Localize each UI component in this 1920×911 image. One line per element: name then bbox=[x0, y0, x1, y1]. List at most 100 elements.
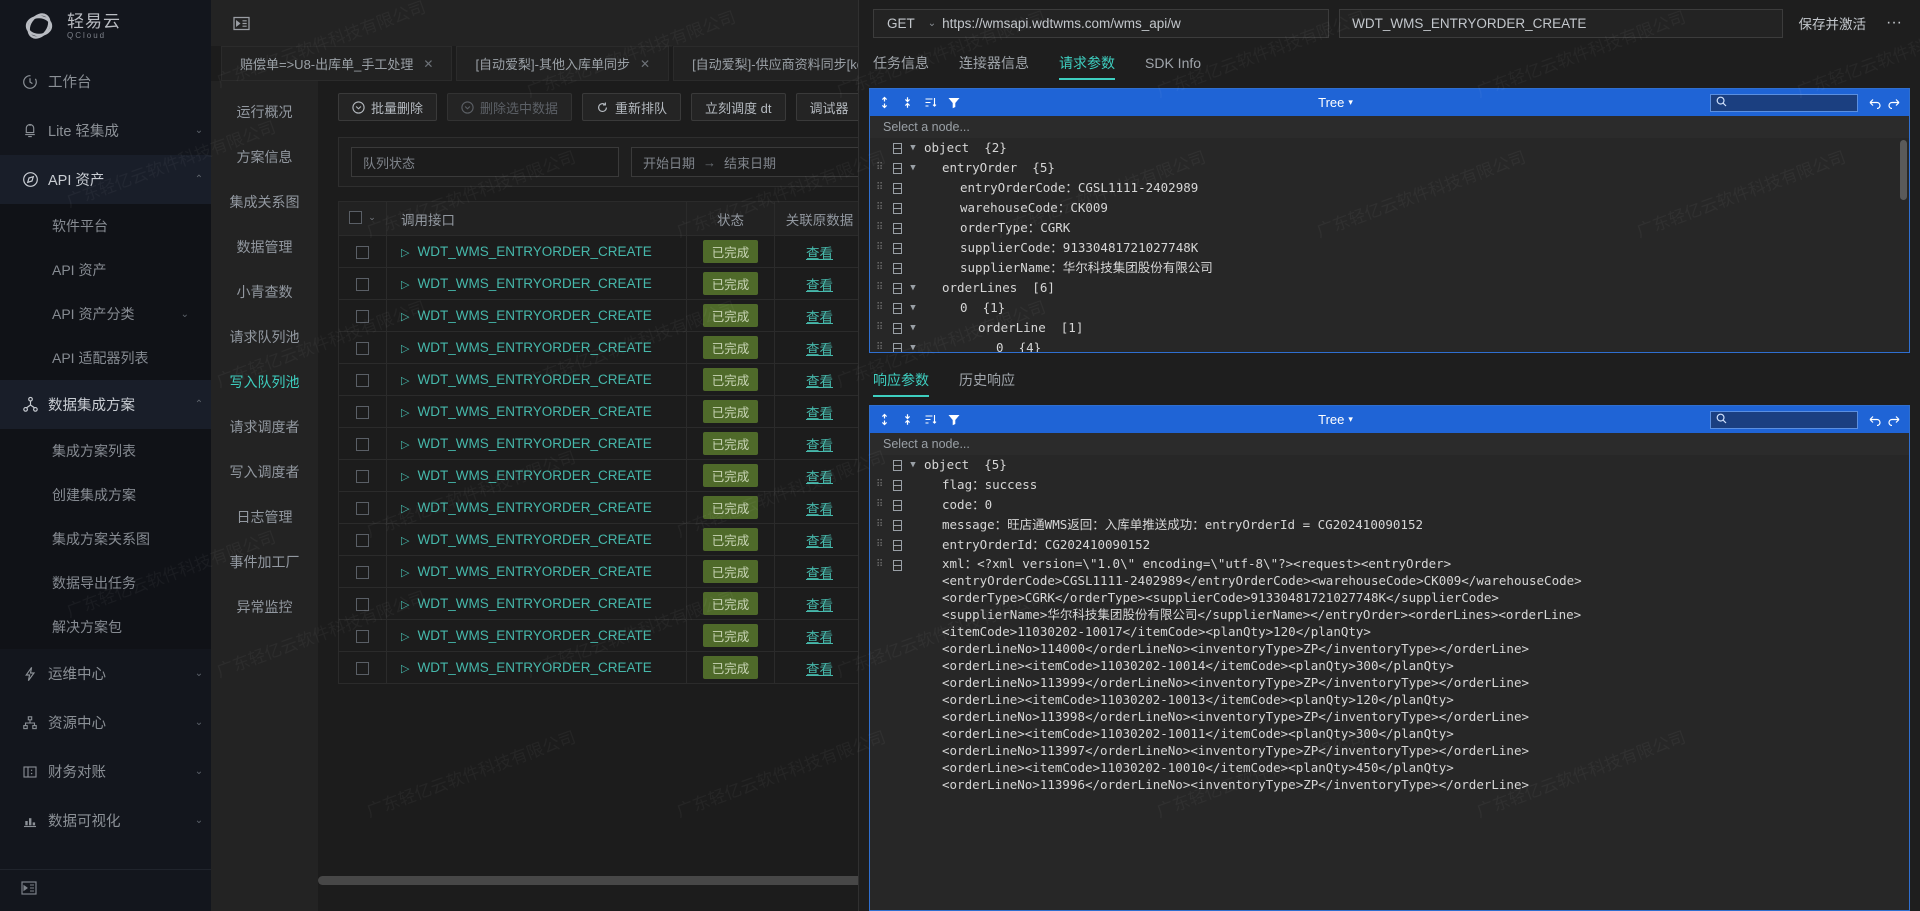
scheme-item-graph[interactable]: 集成关系图 bbox=[211, 179, 318, 224]
sidebar-item-export-task[interactable]: 数据导出任务 bbox=[0, 561, 211, 605]
row-checkbox[interactable] bbox=[356, 245, 369, 259]
scheme-item-request-queue[interactable]: 请求队列池 bbox=[211, 314, 318, 359]
scheme-item-request-scheduler[interactable]: 请求调度者 bbox=[211, 404, 318, 449]
more-options-icon[interactable]: ··· bbox=[1882, 14, 1906, 32]
queue-status-select[interactable]: 队列状态 bbox=[351, 147, 619, 177]
view-link[interactable]: 查看 bbox=[806, 342, 833, 357]
tab-connector-info[interactable]: 连接器信息 bbox=[959, 46, 1029, 80]
search-input[interactable] bbox=[1710, 93, 1858, 112]
row-api-cell[interactable]: ▷ WDT_WMS_ENTRYORDER_CREATE bbox=[386, 235, 687, 268]
row-checkbox-cell[interactable] bbox=[338, 587, 387, 620]
sidebar-item-scheme-graph[interactable]: 集成方案关系图 bbox=[0, 517, 211, 561]
drag-handle-icon[interactable]: ⠿ bbox=[876, 535, 889, 555]
json-tree-row[interactable]: ⠿ code：0 bbox=[870, 495, 1909, 515]
view-link[interactable]: 查看 bbox=[806, 662, 833, 677]
row-source-cell[interactable]: 查看 bbox=[774, 587, 865, 620]
view-link[interactable]: 查看 bbox=[806, 406, 833, 421]
row-checkbox[interactable] bbox=[356, 597, 369, 611]
play-icon[interactable]: ▷ bbox=[401, 439, 409, 451]
row-source-cell[interactable]: 查看 bbox=[774, 555, 865, 588]
chevron-toggle-icon[interactable]: ▼ bbox=[906, 455, 920, 475]
drag-handle-icon[interactable]: ⠿ bbox=[876, 218, 889, 238]
view-link[interactable]: 查看 bbox=[806, 630, 833, 645]
row-checkbox-cell[interactable] bbox=[338, 235, 387, 268]
drag-handle-icon[interactable]: ⠿ bbox=[876, 198, 889, 218]
filter-icon[interactable] bbox=[947, 96, 961, 109]
sidebar-item-scheme-list[interactable]: 集成方案列表 bbox=[0, 429, 211, 473]
sidebar-item-data-integration[interactable]: 数据集成方案 ⌃ bbox=[0, 380, 211, 429]
play-icon[interactable]: ▷ bbox=[401, 375, 409, 387]
play-icon[interactable]: ▷ bbox=[401, 311, 409, 323]
drag-handle-icon[interactable]: ⠿ bbox=[876, 515, 889, 535]
undo-icon[interactable] bbox=[1868, 96, 1882, 109]
scheme-item-info[interactable]: 方案信息 bbox=[211, 134, 318, 179]
sidebar-item-api-assets[interactable]: API 资产 ⌃ bbox=[0, 155, 211, 204]
view-link[interactable]: 查看 bbox=[806, 310, 833, 325]
url-input[interactable]: https://wmsapi.wdtwms.com/wms_api/w bbox=[942, 16, 1328, 31]
sidebar-item-finance[interactable]: 财务对账 ⌄ bbox=[0, 747, 211, 796]
row-checkbox-cell[interactable] bbox=[338, 459, 387, 492]
view-link[interactable]: 查看 bbox=[806, 534, 833, 549]
row-api-cell[interactable]: ▷ WDT_WMS_ENTRYORDER_CREATE bbox=[386, 363, 687, 396]
row-checkbox-cell[interactable] bbox=[338, 267, 387, 300]
drag-handle-icon[interactable]: ⠿ bbox=[876, 238, 889, 258]
view-link[interactable]: 查看 bbox=[806, 438, 833, 453]
json-tree-row[interactable]: ⠿ ▼ orderLine [1] bbox=[870, 318, 1909, 338]
sidebar-item-workbench[interactable]: 工作台 bbox=[0, 57, 211, 106]
editor-mode-select[interactable]: Tree ▾ bbox=[1318, 412, 1353, 427]
json-tree-row[interactable]: ⠿ entryOrderCode：CGSL1111-2402989 bbox=[870, 178, 1909, 198]
row-checkbox[interactable] bbox=[356, 501, 369, 515]
row-api-cell[interactable]: ▷ WDT_WMS_ENTRYORDER_CREATE bbox=[386, 491, 687, 524]
request-node-path[interactable]: Select a node... bbox=[870, 116, 1909, 138]
row-api-cell[interactable]: ▷ WDT_WMS_ENTRYORDER_CREATE bbox=[386, 651, 687, 684]
row-source-cell[interactable]: 查看 bbox=[774, 523, 865, 556]
tab-task-info[interactable]: 任务信息 bbox=[873, 46, 929, 80]
play-icon[interactable]: ▷ bbox=[401, 279, 409, 291]
view-link[interactable]: 查看 bbox=[806, 502, 833, 517]
undo-icon[interactable] bbox=[1868, 413, 1882, 426]
scheme-item-overview[interactable]: 运行概况 bbox=[211, 89, 318, 134]
sidebar-item-solution-package[interactable]: 解决方案包 bbox=[0, 605, 211, 649]
json-tree-row[interactable]: ⠿ warehouseCode：CK009 bbox=[870, 198, 1909, 218]
chevron-up-icon[interactable]: ⌃ bbox=[187, 174, 211, 185]
drag-handle-icon[interactable]: ⠿ bbox=[876, 495, 889, 515]
batch-delete-button[interactable]: 批量删除 bbox=[338, 93, 438, 121]
row-checkbox[interactable] bbox=[356, 405, 369, 419]
scrollbar-thumb[interactable] bbox=[318, 876, 938, 885]
row-checkbox-cell[interactable] bbox=[338, 651, 387, 684]
row-checkbox[interactable] bbox=[356, 533, 369, 547]
row-checkbox[interactable] bbox=[356, 629, 369, 643]
play-icon[interactable]: ▷ bbox=[401, 471, 409, 483]
drag-handle-icon[interactable]: ⠿ bbox=[876, 278, 889, 298]
row-checkbox-cell[interactable] bbox=[338, 555, 387, 588]
row-api-cell[interactable]: ▷ WDT_WMS_ENTRYORDER_CREATE bbox=[386, 299, 687, 332]
sidebar-item-create-scheme[interactable]: 创建集成方案 bbox=[0, 473, 211, 517]
scheme-item-event-factory[interactable]: 事件加工厂 bbox=[211, 539, 318, 584]
row-api-cell[interactable]: ▷ WDT_WMS_ENTRYORDER_CREATE bbox=[386, 395, 687, 428]
view-link[interactable]: 查看 bbox=[806, 278, 833, 293]
row-source-cell[interactable]: 查看 bbox=[774, 363, 865, 396]
json-tree-row[interactable]: ⠿ ▼ entryOrder {5} bbox=[870, 158, 1909, 178]
play-icon[interactable]: ▷ bbox=[401, 343, 409, 355]
view-link[interactable]: 查看 bbox=[806, 566, 833, 581]
json-tree-row[interactable]: ⠿ ▼ 0 {1} bbox=[870, 298, 1909, 318]
vertical-scrollbar[interactable] bbox=[1900, 140, 1907, 200]
scheme-item-exception-monitor[interactable]: 异常监控 bbox=[211, 584, 318, 629]
row-api-cell[interactable]: ▷ WDT_WMS_ENTRYORDER_CREATE bbox=[386, 523, 687, 556]
tab-response-params[interactable]: 响应参数 bbox=[873, 363, 929, 397]
row-source-cell[interactable]: 查看 bbox=[774, 651, 865, 684]
chevron-down-icon[interactable]: ⌄ bbox=[928, 18, 942, 29]
sidebar-item-api-asset[interactable]: API 资产 bbox=[0, 248, 211, 292]
drag-handle-icon[interactable]: ⠿ bbox=[876, 555, 889, 575]
sort-icon[interactable] bbox=[924, 413, 937, 426]
chevron-down-icon[interactable]: ⌄ bbox=[187, 668, 211, 679]
chevron-toggle-icon[interactable]: ▼ bbox=[906, 338, 920, 352]
close-icon[interactable]: ✕ bbox=[423, 57, 433, 71]
drag-handle-icon[interactable]: ⠿ bbox=[876, 318, 889, 338]
play-icon[interactable]: ▷ bbox=[401, 567, 409, 579]
row-source-cell[interactable]: 查看 bbox=[774, 459, 865, 492]
play-icon[interactable]: ▷ bbox=[401, 407, 409, 419]
chevron-toggle-icon[interactable]: ▼ bbox=[906, 298, 920, 318]
row-source-cell[interactable]: 查看 bbox=[774, 491, 865, 524]
play-icon[interactable]: ▷ bbox=[401, 631, 409, 643]
